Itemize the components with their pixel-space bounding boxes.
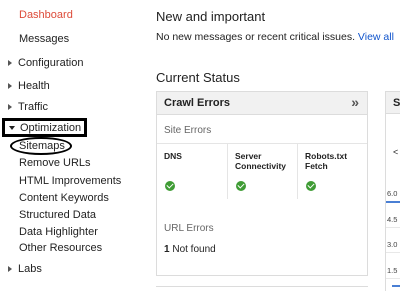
current-status-heading: Current Status [156, 70, 240, 85]
new-and-important-heading: New and important [156, 9, 266, 24]
column-label: Fetch [305, 161, 328, 171]
nav-item-html-improvements[interactable]: HTML Improvements [19, 175, 121, 187]
second-card-header[interactable]: S [386, 91, 400, 114]
messages-text: No new messages or recent critical issue… [156, 31, 355, 43]
nav-group-labs[interactable]: Labs [8, 263, 42, 275]
site-errors-label: Site Errors [164, 125, 212, 136]
column-label: Robots.txt [305, 151, 348, 161]
check-circle-icon [165, 181, 175, 191]
double-chevron-right-icon[interactable]: » [351, 94, 359, 110]
nav-group-optimization[interactable]: Optimization [2, 118, 87, 137]
messages-summary: No new messages or recent critical issue… [156, 31, 394, 43]
column-label: DNS [164, 151, 182, 161]
robots-fetch-column-header: Robots.txt Fetch [305, 151, 347, 171]
nav-group-label: Configuration [18, 57, 84, 69]
nav-item-remove-urls[interactable]: Remove URLs [19, 157, 91, 169]
nav-messages[interactable]: Messages [19, 33, 69, 45]
column-separator [227, 144, 228, 199]
not-found-count: 1 [164, 244, 170, 255]
nav-group-label: Optimization [20, 121, 82, 134]
not-found-row[interactable]: 1 Not found [164, 244, 216, 255]
y-tick-label: 4.5 [387, 215, 398, 224]
second-card-title: S [393, 97, 400, 109]
column-separator [297, 144, 298, 199]
column-label: Server [235, 151, 262, 161]
nav-group-label: Traffic [18, 101, 48, 113]
nav-group-health[interactable]: Health [8, 80, 50, 92]
check-circle-icon [306, 181, 316, 191]
y-tick-label: 6.0 [387, 189, 398, 198]
crawl-errors-header[interactable]: Crawl Errors » [157, 92, 367, 115]
y-tick-label: 1.5 [387, 266, 398, 275]
crawl-errors-title: Crawl Errors [164, 97, 231, 109]
dns-column-header: DNS [164, 151, 182, 161]
nav-item-data-highlighter[interactable]: Data Highlighter [19, 226, 98, 238]
server-connectivity-column-header: Server Connectivity [235, 151, 286, 171]
chevron-right-icon [8, 104, 12, 110]
nav-group-label: Labs [18, 263, 42, 275]
check-circle-icon [236, 181, 246, 191]
view-all-link[interactable]: View all [358, 31, 394, 43]
nav-item-sitemaps[interactable]: Sitemaps [19, 140, 65, 152]
nav-item-structured-data[interactable]: Structured Data [19, 209, 96, 221]
gridline [386, 252, 400, 253]
nav-group-traffic[interactable]: Traffic [8, 101, 48, 113]
nav-group-label: Health [18, 80, 50, 92]
nav-item-other-resources[interactable]: Other Resources [19, 242, 102, 254]
chevron-down-icon [9, 125, 15, 130]
chart-series-line [392, 285, 400, 287]
divider [156, 286, 368, 287]
divider [157, 143, 367, 144]
chart-series-line [386, 201, 400, 203]
search-queries-card-partial: S < 6.0 4.5 3.0 1.5 [385, 91, 400, 291]
nav-group-configuration[interactable]: Configuration [8, 57, 83, 69]
main-content: New and important No new messages or rec… [156, 0, 400, 300]
chevron-right-icon [8, 83, 12, 89]
nav-item-content-keywords[interactable]: Content Keywords [19, 192, 109, 204]
gridline [386, 227, 400, 228]
nav-dashboard[interactable]: Dashboard [19, 9, 73, 21]
column-label: Connectivity [235, 161, 287, 171]
crawl-errors-card: Crawl Errors » Site Errors DNS Server Co… [156, 91, 368, 276]
chevron-right-icon [8, 266, 12, 272]
not-found-label: Not found [172, 244, 216, 255]
chevron-right-icon [8, 60, 12, 66]
sidebar: Dashboard Messages Configuration Health … [0, 0, 142, 300]
gridline [386, 278, 400, 279]
url-errors-label: URL Errors [164, 223, 214, 234]
y-tick-label: 3.0 [387, 240, 398, 249]
chevron-left-icon[interactable]: < [393, 147, 398, 157]
